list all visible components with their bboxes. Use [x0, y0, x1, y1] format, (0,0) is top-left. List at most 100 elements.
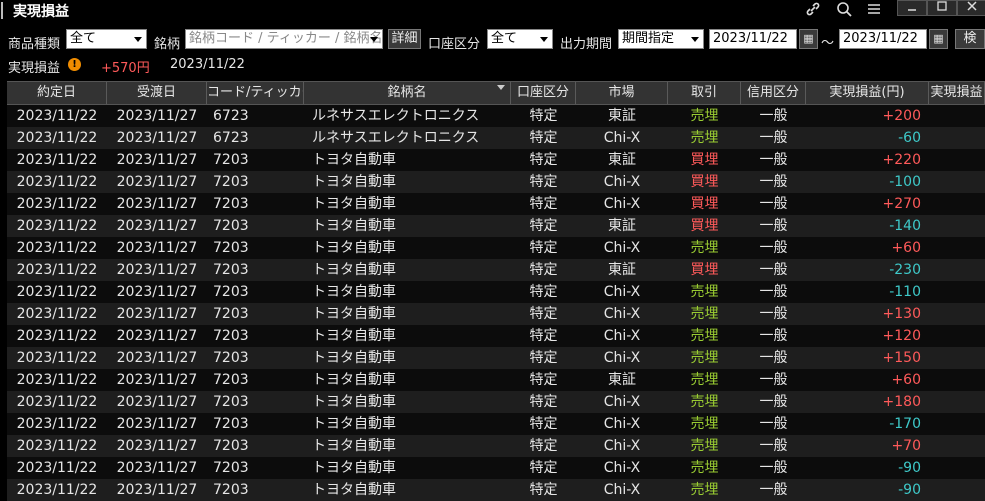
table-row[interactable]: 2023/11/22 2023/11/27 7203 トヨタ自動車 特定 東証 買埋 一般 -2… — [7, 259, 985, 281]
cell-symbol-name: トヨタ自動車 — [312, 460, 396, 476]
date-to-input[interactable]: 2023/11/22 — [839, 29, 927, 49]
cell-market: Chi-X — [603, 306, 641, 322]
table-row[interactable]: 2023/11/22 2023/11/27 7203 トヨタ自動車 特定 Chi-X 売埋 一… — [7, 391, 985, 413]
table-row[interactable]: 2023/11/22 2023/11/27 7203 トヨタ自動車 特定 Chi-X 買埋 一… — [7, 171, 985, 193]
table-row[interactable]: 2023/11/22 2023/11/27 7203 トヨタ自動車 特定 Chi-X 買埋 一… — [7, 193, 985, 215]
cell-trade-date: 2023/11/22 — [16, 108, 98, 124]
column-header-margin-type[interactable]: 信用区分 — [741, 82, 806, 104]
table-row[interactable]: 2023/11/22 2023/11/27 6723 ルネサスエレクトロニクス 特定 東証… — [7, 105, 985, 127]
cell-trade-type: 売埋 — [690, 394, 719, 410]
cell-realized-pl: +200 — [882, 108, 921, 124]
menu-icon[interactable] — [863, 1, 885, 21]
product-type-label: 商品種類 — [8, 37, 61, 52]
column-header-trade-type[interactable]: 取引 — [668, 82, 741, 104]
cell-code: 7203 — [213, 284, 249, 300]
cell-account-type: 特定 — [529, 460, 558, 476]
cell-account-type: 特定 — [529, 394, 558, 410]
window-title: 実現損益 — [13, 4, 69, 20]
cell-account-type: 特定 — [529, 372, 558, 388]
cell-market: Chi-X — [603, 394, 641, 410]
cell-account-type: 特定 — [529, 438, 558, 454]
table-row[interactable]: 2023/11/22 2023/11/27 7203 トヨタ自動車 特定 Chi-X 売埋 一… — [7, 303, 985, 325]
cell-symbol-name: トヨタ自動車 — [312, 372, 396, 388]
table-row[interactable]: 2023/11/22 2023/11/27 7203 トヨタ自動車 特定 東証 買埋 一般 +2… — [7, 149, 985, 171]
cell-trade-type: 売埋 — [690, 438, 719, 454]
table-row[interactable]: 2023/11/22 2023/11/27 7203 トヨタ自動車 特定 Chi-X 売埋 一… — [7, 347, 985, 369]
table-row[interactable]: 2023/11/22 2023/11/27 7203 トヨタ自動車 特定 東証 買埋 一般 -1… — [7, 215, 985, 237]
cell-trade-date: 2023/11/22 — [16, 350, 98, 366]
cell-market: Chi-X — [603, 328, 641, 344]
cell-account-type: 特定 — [529, 284, 558, 300]
cell-code: 7203 — [213, 152, 249, 168]
column-header-realized-pl[interactable]: 実現損益(円) — [806, 82, 929, 104]
table-row[interactable]: 2023/11/22 2023/11/27 7203 トヨタ自動車 特定 東証 売埋 一般 +6… — [7, 369, 985, 391]
sort-descending-icon — [497, 85, 505, 90]
table-row[interactable]: 2023/11/22 2023/11/27 7203 トヨタ自動車 特定 Chi-X 売埋 一… — [7, 237, 985, 259]
cell-market: Chi-X — [603, 130, 641, 146]
cell-account-type: 特定 — [529, 306, 558, 322]
search-button[interactable]: 検 — [955, 29, 985, 49]
column-header-symbol-name[interactable]: 銘柄名 — [304, 82, 511, 104]
product-type-value: 全て — [70, 31, 97, 46]
date-from-input[interactable]: 2023/11/22 — [709, 29, 797, 49]
column-header-trade-date[interactable]: 約定日 — [7, 82, 107, 104]
detail-button[interactable]: 詳細 — [388, 29, 421, 49]
period-select[interactable]: 期間指定 — [618, 29, 704, 49]
close-button[interactable] — [957, 0, 985, 16]
account-type-label: 口座区分 — [428, 37, 481, 52]
cell-symbol-name: ルネサスエレクトロニクス — [312, 108, 480, 124]
cell-realized-pl: +150 — [882, 350, 921, 366]
product-type-select[interactable]: 全て — [66, 29, 147, 49]
cell-market: 東証 — [608, 262, 636, 278]
cell-trade-type: 売埋 — [690, 416, 719, 432]
maximize-button[interactable] — [927, 0, 957, 16]
cell-trade-date: 2023/11/22 — [16, 130, 98, 146]
cell-realized-pl: +270 — [882, 196, 921, 212]
cell-code: 7203 — [213, 306, 249, 322]
cell-account-type: 特定 — [529, 108, 558, 124]
column-header-code[interactable]: コード/ティッカー — [207, 82, 304, 104]
cell-market: Chi-X — [603, 240, 641, 256]
calendar-icon[interactable]: ▦ — [799, 29, 818, 49]
column-header-account-type[interactable]: 口座区分 — [511, 82, 576, 104]
table-row[interactable]: 2023/11/22 2023/11/27 7203 トヨタ自動車 特定 Chi-X 売埋 一… — [7, 281, 985, 303]
column-header-realized-pl-extra[interactable]: 実現損益 — [929, 82, 985, 104]
account-type-value: 全て — [491, 31, 518, 46]
period-label: 出力期間 — [560, 37, 613, 52]
cell-settle-date: 2023/11/27 — [116, 328, 198, 344]
cell-settle-date: 2023/11/27 — [116, 284, 198, 300]
table-row[interactable]: 2023/11/22 2023/11/27 6723 ルネサスエレクトロニクス 特定 Ch… — [7, 127, 985, 149]
symbol-placeholder: 銘柄コード / ティッカー / 銘柄名 — [189, 31, 383, 46]
cell-settle-date: 2023/11/27 — [116, 306, 198, 322]
minimize-button[interactable] — [897, 0, 927, 16]
cell-trade-date: 2023/11/22 — [16, 240, 98, 256]
warning-icon[interactable]: ! — [68, 58, 81, 71]
cell-trade-type: 売埋 — [690, 284, 719, 300]
table-row[interactable]: 2023/11/22 2023/11/27 7203 トヨタ自動車 特定 Chi-X 売埋 一… — [7, 435, 985, 457]
cell-code: 7203 — [213, 372, 249, 388]
cell-margin-type: 一般 — [759, 350, 788, 366]
cell-code: 7203 — [213, 438, 249, 454]
table-row[interactable]: 2023/11/22 2023/11/27 7203 トヨタ自動車 特定 Chi-X 売埋 一… — [7, 413, 985, 435]
account-type-select[interactable]: 全て — [487, 29, 553, 49]
chevron-down-icon — [134, 37, 142, 42]
table-row[interactable]: 2023/11/22 2023/11/27 7203 トヨタ自動車 特定 Chi-X 売埋 一… — [7, 457, 985, 479]
cell-code: 7203 — [213, 262, 249, 278]
chevron-down-icon — [691, 37, 699, 42]
cell-market: Chi-X — [603, 350, 641, 366]
cell-margin-type: 一般 — [759, 438, 788, 454]
column-header-settle-date[interactable]: 受渡日 — [107, 82, 207, 104]
cell-trade-date: 2023/11/22 — [16, 394, 98, 410]
search-icon[interactable] — [833, 1, 855, 21]
cell-market: 東証 — [608, 152, 636, 168]
cell-margin-type: 一般 — [759, 284, 788, 300]
symbol-input[interactable]: 銘柄コード / ティッカー / 銘柄名 — [185, 29, 383, 49]
cell-trade-date: 2023/11/22 — [16, 416, 98, 432]
link-icon[interactable] — [802, 1, 824, 21]
calendar-icon[interactable]: ▦ — [929, 29, 948, 49]
cell-settle-date: 2023/11/27 — [116, 130, 198, 146]
table-row[interactable]: 2023/11/22 2023/11/27 7203 トヨタ自動車 特定 Chi-X 売埋 一… — [7, 325, 985, 347]
column-header-market[interactable]: 市場 — [576, 82, 668, 104]
cell-trade-type: 買埋 — [690, 262, 719, 278]
cell-trade-type: 売埋 — [690, 240, 719, 256]
